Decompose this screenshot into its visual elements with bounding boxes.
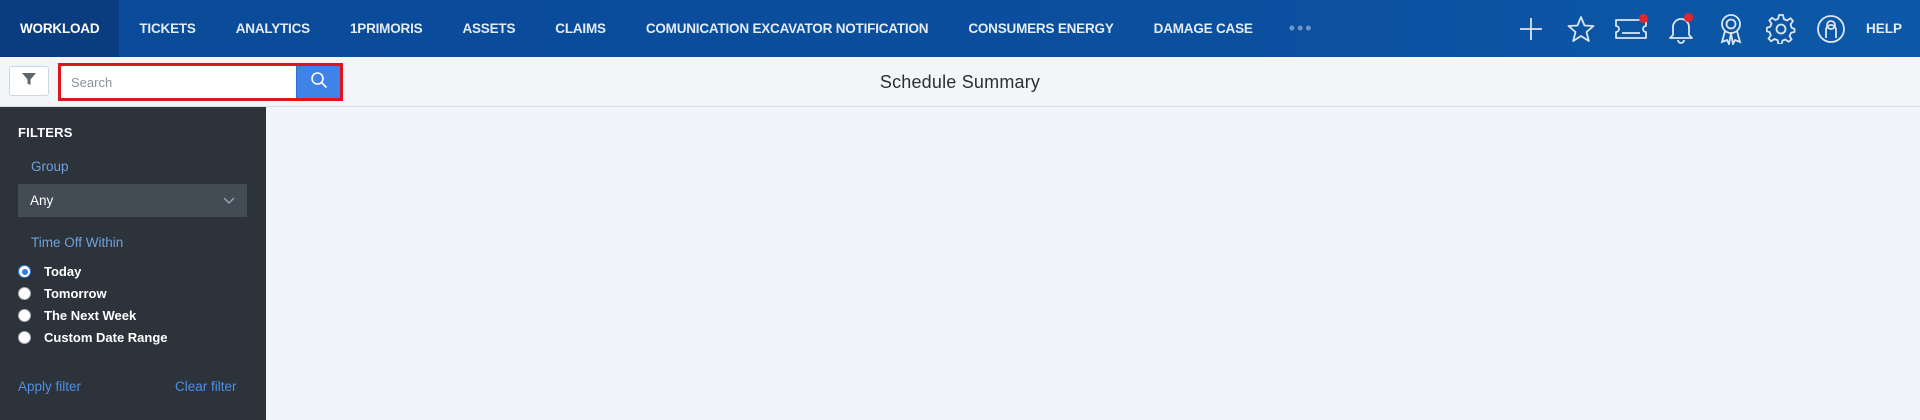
toolbar: Schedule Summary [0,57,1920,107]
radio-label: Today [44,264,82,279]
nav-item-claims[interactable]: CLAIMS [535,0,626,57]
nav-item-comunication-excavator-notification[interactable]: COMUNICATION EXCAVATOR NOTIFICATION [626,0,949,57]
award-icon[interactable] [1706,0,1756,57]
radio-button[interactable] [18,287,31,300]
radio-custom-date-range[interactable]: Custom Date Range [18,330,168,345]
apply-filter-link[interactable]: Apply filter [18,379,81,394]
group-label: Group [31,159,69,174]
radio-label: Custom Date Range [44,330,168,345]
nav-item-workload[interactable]: WORKLOAD [0,0,120,57]
user-icon[interactable] [1806,0,1856,57]
radio-today[interactable]: Today [18,264,81,279]
gear-icon[interactable] [1756,0,1806,57]
nav-actions: HELP [1506,0,1920,57]
filter-toggle-button[interactable] [9,66,49,96]
filters-sidebar: FILTERS Group Any Time Off Within Today … [0,107,266,420]
radio-button[interactable] [18,309,31,322]
search-icon [310,71,328,94]
star-icon[interactable] [1556,0,1606,57]
nav-item-analytics[interactable]: ANALYTICS [216,0,330,57]
filters-heading: FILTERS [18,125,73,140]
ticket-icon[interactable] [1606,0,1656,57]
radio-label: The Next Week [44,308,137,323]
radio-button[interactable] [18,331,31,344]
nav-item-damage-case[interactable]: DAMAGE CASE [1134,0,1273,57]
filter-icon [21,71,37,92]
plus-icon[interactable] [1506,0,1556,57]
top-navigation: WORKLOAD TICKETS ANALYTICS 1PRIMORIS ASS… [0,0,1920,57]
bell-icon[interactable] [1656,0,1706,57]
group-select[interactable]: Any [18,184,247,217]
more-menu-button[interactable]: ••• [1273,0,1330,57]
radio-button[interactable] [18,265,31,278]
clear-filter-link[interactable]: Clear filter [175,379,237,394]
search-box [58,63,343,101]
radio-label: Tomorrow [44,286,107,301]
search-input[interactable] [61,66,296,98]
nav-item-assets[interactable]: ASSETS [442,0,535,57]
search-button[interactable] [296,66,340,98]
radio-tomorrow[interactable]: Tomorrow [18,286,107,301]
ticket-badge [1638,14,1648,23]
time-off-within-label: Time Off Within [31,235,124,250]
radio-the-next-week[interactable]: The Next Week [18,308,136,323]
group-select-value: Any [30,193,54,208]
main-content-area [266,107,1920,420]
nav-item-tickets[interactable]: TICKETS [119,0,215,57]
bell-badge [1683,13,1693,22]
nav-item-1primoris[interactable]: 1PRIMORIS [330,0,442,57]
help-link[interactable]: HELP [1856,21,1920,36]
chevron-down-icon [223,192,235,210]
nav-item-consumers-energy[interactable]: CONSUMERS ENERGY [948,0,1133,57]
